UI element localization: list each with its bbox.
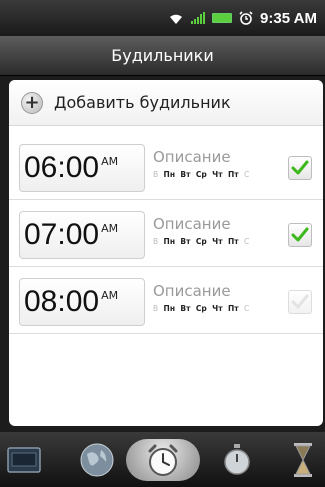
stopwatch-icon xyxy=(224,444,250,475)
alarm-description-block: Описание В Пн Вт Ср Чт Пт С xyxy=(153,282,283,313)
tab-desk-clock[interactable] xyxy=(6,438,42,482)
day-wed: Ср xyxy=(195,237,207,246)
status-time: 9:35 AM xyxy=(260,9,317,27)
checkmark-icon xyxy=(291,160,309,175)
day-thu: Чт xyxy=(212,237,223,246)
signal-icon xyxy=(191,12,206,24)
wifi-icon xyxy=(168,12,184,25)
alarm-description: Описание xyxy=(153,215,231,233)
day-thu: Чт xyxy=(212,304,223,313)
day-fri: Пт xyxy=(227,237,239,246)
day-mon: Пн xyxy=(163,237,176,246)
day-sat: С xyxy=(243,237,250,246)
tab-world-clock[interactable] xyxy=(72,438,122,482)
day-sun: В xyxy=(153,237,159,246)
tab-timer[interactable] xyxy=(288,438,318,482)
status-bar: 9:35 AM xyxy=(0,0,325,36)
alarm-days: В Пн Вт Ср Чт Пт С xyxy=(153,170,283,179)
alarm-description: Описание xyxy=(153,282,231,300)
day-thu: Чт xyxy=(212,170,223,179)
checkmark-icon xyxy=(291,294,309,309)
day-tue: Вт xyxy=(180,304,191,313)
tab-stopwatch[interactable] xyxy=(212,438,262,482)
day-sun: В xyxy=(153,170,159,179)
tab-alarm-highlight xyxy=(126,439,200,481)
add-alarm-button[interactable]: + Добавить будильник xyxy=(9,80,323,126)
day-tue: Вт xyxy=(180,170,191,179)
title-bar: Будильники xyxy=(0,36,325,76)
checkmark-icon xyxy=(291,227,309,242)
day-sun: В xyxy=(153,304,159,313)
add-alarm-label: Добавить будильник xyxy=(54,93,231,112)
day-mon: Пн xyxy=(163,170,176,179)
bottom-tab-bar xyxy=(0,432,325,487)
alarm-days: В Пн Вт Ср Чт Пт С xyxy=(153,304,283,313)
alarm-description: Описание xyxy=(153,148,231,166)
alarm-list: 06:00 AM Описание В Пн Вт Ср Чт Пт С 07:… xyxy=(9,138,323,339)
alarm-time: 08:00 xyxy=(24,285,100,318)
alarm-item[interactable]: 06:00 AM Описание В Пн Вт Ср Чт Пт С xyxy=(9,138,323,200)
alarm-ampm: AM xyxy=(101,289,119,302)
day-mon: Пн xyxy=(163,304,176,313)
day-wed: Ср xyxy=(195,304,207,313)
plus-icon: + xyxy=(21,91,43,114)
alarm-time-box[interactable]: 06:00 AM xyxy=(19,144,145,192)
page-title: Будильники xyxy=(111,46,214,65)
alarm-ampm: AM xyxy=(101,222,119,235)
day-fri: Пт xyxy=(227,170,239,179)
alarm-description-block: Описание В Пн Вт Ср Чт Пт С xyxy=(153,215,283,246)
alarm-list-panel: + Добавить будильник 06:00 AM Описание В… xyxy=(9,80,323,426)
alarm-time: 06:00 xyxy=(24,151,100,184)
alarm-enabled-checkbox[interactable] xyxy=(288,223,312,247)
alarm-description-block: Описание В Пн Вт Ср Чт Пт С xyxy=(153,148,283,179)
alarm-enabled-checkbox[interactable] xyxy=(288,290,312,314)
alarm-item[interactable]: 08:00 AM Описание В Пн Вт Ср Чт Пт С xyxy=(9,272,323,334)
world-clock-icon xyxy=(80,443,114,477)
desk-clock-icon xyxy=(7,447,41,473)
alarm-enabled-checkbox[interactable] xyxy=(288,156,312,180)
alarm-status-icon xyxy=(239,11,253,25)
tab-alarm[interactable] xyxy=(124,438,202,482)
alarm-clock-icon xyxy=(148,444,178,476)
timer-icon xyxy=(294,443,312,477)
alarm-time: 07:00 xyxy=(24,218,100,251)
alarm-time-box[interactable]: 08:00 AM xyxy=(19,278,145,326)
day-tue: Вт xyxy=(180,237,191,246)
day-fri: Пт xyxy=(227,304,239,313)
day-sat: С xyxy=(243,304,250,313)
alarm-days: В Пн Вт Ср Чт Пт С xyxy=(153,237,283,246)
alarm-item[interactable]: 07:00 AM Описание В Пн Вт Ср Чт Пт С xyxy=(9,205,323,267)
alarm-ampm: AM xyxy=(101,155,119,168)
day-sat: С xyxy=(243,170,250,179)
alarm-time-box[interactable]: 07:00 AM xyxy=(19,211,145,259)
day-wed: Ср xyxy=(195,170,207,179)
battery-icon xyxy=(212,13,233,23)
